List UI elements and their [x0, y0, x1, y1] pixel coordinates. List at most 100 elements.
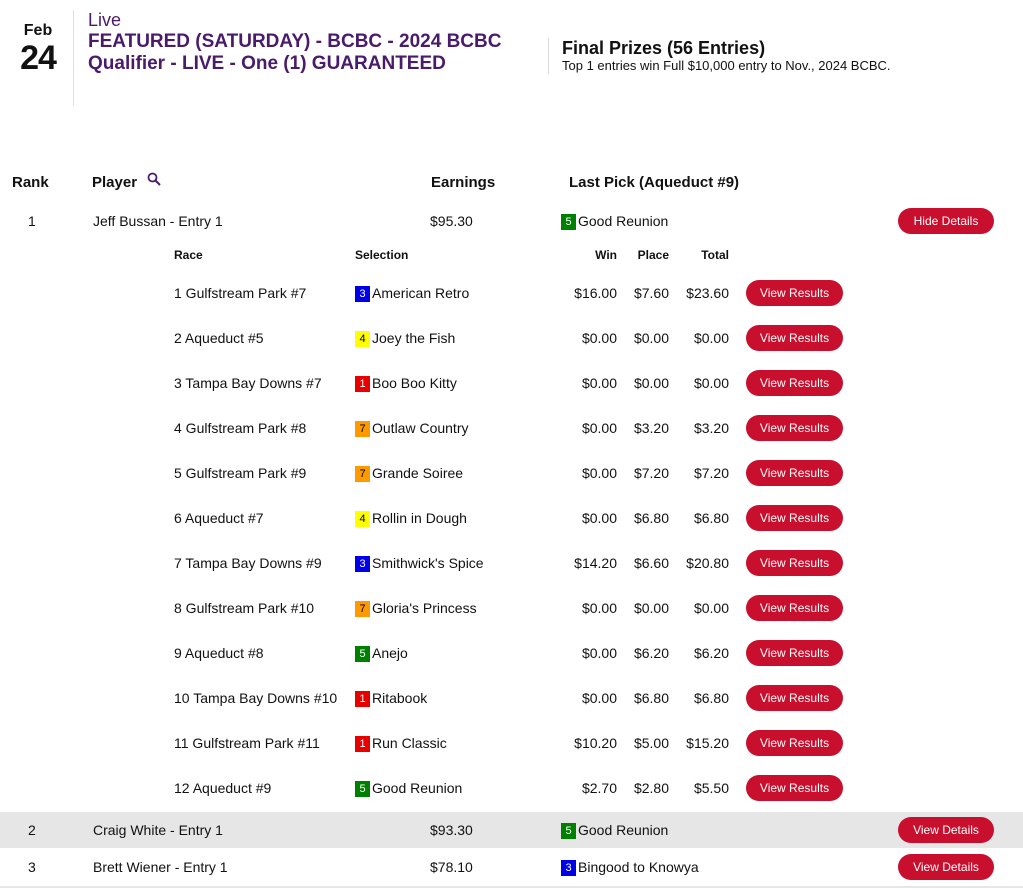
header-divider: [73, 10, 74, 106]
win-cell: $14.20: [574, 555, 617, 571]
view-results-button[interactable]: View Results: [746, 550, 843, 576]
view-details-button[interactable]: View Details: [898, 817, 994, 843]
win-cell: $0.00: [581, 690, 617, 706]
place-cell: $0.00: [633, 330, 669, 346]
column-header-earnings: Earnings: [431, 174, 496, 191]
selection-cell: 3 American Retro: [355, 271, 469, 316]
place-cell: $7.60: [633, 285, 669, 301]
win-cell: $0.00: [581, 645, 617, 661]
program-number: 4: [355, 511, 370, 528]
race-detail-row: 3 Tampa Bay Downs #7 1 Boo Boo Kitty $0.0…: [0, 361, 1023, 406]
total-cell: $23.60: [686, 285, 729, 301]
selection-cell: 4 Joey the Fish: [355, 316, 455, 361]
race-detail-row: 11 Gulfstream Park #11 1 Run Classic $10.…: [0, 721, 1023, 766]
program-number: 5: [355, 781, 370, 798]
total-cell: $20.80: [686, 555, 729, 571]
program-number: 1: [355, 691, 370, 708]
total-cell: $0.00: [693, 330, 729, 346]
win-cell: $16.00: [574, 285, 617, 301]
program-number: 5: [561, 823, 576, 840]
header-divider-2: [548, 38, 549, 74]
race-cell: 5 Gulfstream Park #9: [174, 465, 307, 481]
horse-name: Smithwick's Spice: [372, 555, 484, 571]
horse-name: Joey the Fish: [372, 330, 456, 346]
program-number: 1: [355, 376, 370, 393]
horse-name: Anejo: [372, 645, 408, 661]
race-cell: 4 Gulfstream Park #8: [174, 420, 307, 436]
details-header-total: Total: [701, 248, 729, 262]
rank-cell: 2: [28, 822, 36, 838]
view-results-button[interactable]: View Results: [746, 505, 843, 531]
selection-cell: 7 Outlaw Country: [355, 406, 468, 451]
column-header-player: Player: [92, 174, 138, 191]
race-cell: 3 Tampa Bay Downs #7: [174, 375, 322, 391]
total-cell: $3.20: [693, 420, 729, 436]
details-header-selection: Selection: [355, 248, 409, 262]
horse-name: Good Reunion: [372, 780, 463, 796]
place-cell: $6.20: [633, 645, 669, 661]
horse-name: Gloria's Princess: [372, 600, 477, 616]
horse-name: Rollin in Dough: [372, 510, 467, 526]
program-number: 7: [355, 421, 370, 438]
race-detail-row: 9 Aqueduct #8 5 Anejo $0.00 $6.20 $6.20 V…: [0, 631, 1023, 676]
win-cell: $2.70: [581, 780, 617, 796]
selection-cell: 5 Good Reunion: [355, 766, 462, 811]
column-header-rank: Rank: [12, 174, 49, 191]
view-results-button[interactable]: View Results: [746, 595, 843, 621]
program-number: 7: [355, 601, 370, 618]
details-header-win: Win: [595, 248, 617, 262]
program-number: 5: [355, 646, 370, 663]
selection-cell: 1 Ritabook: [355, 676, 427, 721]
place-cell: $0.00: [633, 600, 669, 616]
race-cell: 8 Gulfstream Park #10: [174, 600, 315, 616]
selection-cell: 7 Grande Soiree: [355, 451, 463, 496]
race-detail-row: 10 Tampa Bay Downs #10 1 Ritabook $0.00 $…: [0, 676, 1023, 721]
view-results-button[interactable]: View Results: [746, 775, 843, 801]
race-cell: 7 Tampa Bay Downs #9: [174, 555, 322, 571]
event-header: Feb 24 Live FEATURED (SATURDAY) - BCBC -…: [0, 0, 1023, 120]
win-cell: $0.00: [581, 330, 617, 346]
place-cell: $2.80: [633, 780, 669, 796]
view-results-button[interactable]: View Results: [746, 640, 843, 666]
view-results-button[interactable]: View Results: [746, 280, 843, 306]
view-results-button[interactable]: View Results: [746, 370, 843, 396]
view-results-button[interactable]: View Results: [746, 685, 843, 711]
rank-cell: 1: [28, 213, 36, 229]
view-results-button[interactable]: View Results: [746, 415, 843, 441]
selection-cell: 1 Run Classic: [355, 721, 447, 766]
view-details-button[interactable]: View Details: [898, 854, 994, 880]
prizes-description: Top 1 entries win Full $10,000 entry to …: [562, 58, 891, 73]
last-pick-cell: 3 Bingood to Knowya: [561, 849, 699, 885]
win-cell: $10.20: [574, 735, 617, 751]
place-cell: $6.80: [633, 510, 669, 526]
total-cell: $6.80: [693, 690, 729, 706]
total-cell: $5.50: [693, 780, 729, 796]
race-detail-row: 5 Gulfstream Park #9 7 Grande Soiree $0.0…: [0, 451, 1023, 496]
view-results-button[interactable]: View Results: [746, 325, 843, 351]
event-date: Feb 24: [8, 22, 68, 76]
horse-name: American Retro: [372, 285, 470, 301]
race-detail-row: 2 Aqueduct #5 4 Joey the Fish $0.00 $0.00…: [0, 316, 1023, 361]
view-results-button[interactable]: View Results: [746, 730, 843, 756]
race-cell: 1 Gulfstream Park #7: [174, 285, 307, 301]
total-cell: $0.00: [693, 600, 729, 616]
program-number: 3: [355, 556, 370, 573]
selection-cell: 4 Rollin in Dough: [355, 496, 467, 541]
column-header-last-pick: Last Pick (Aqueduct #9): [569, 174, 740, 191]
table-row: 3 Brett Wiener - Entry 1 $78.10 3 Bingood…: [0, 849, 1023, 885]
view-results-button[interactable]: View Results: [746, 460, 843, 486]
win-cell: $0.00: [581, 465, 617, 481]
search-icon[interactable]: [147, 172, 161, 186]
program-number: 4: [355, 331, 370, 348]
horse-name: Boo Boo Kitty: [372, 375, 457, 391]
total-cell: $6.20: [693, 645, 729, 661]
horse-name: Ritabook: [372, 690, 428, 706]
race-detail-row: 7 Tampa Bay Downs #9 3 Smithwick's Spice …: [0, 541, 1023, 586]
total-cell: $0.00: [693, 375, 729, 391]
hide-details-button[interactable]: Hide Details: [898, 208, 994, 234]
horse-name: Run Classic: [372, 735, 447, 751]
place-cell: $7.20: [633, 465, 669, 481]
program-number: 3: [561, 860, 576, 877]
race-detail-row: 1 Gulfstream Park #7 3 American Retro $16…: [0, 271, 1023, 316]
place-cell: $3.20: [633, 420, 669, 436]
